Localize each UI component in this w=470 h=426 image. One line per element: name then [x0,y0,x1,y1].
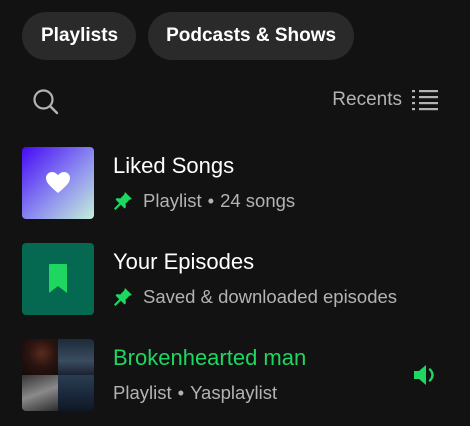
your-episodes-cover [22,243,94,315]
item-subtitle: Playlist • Yasplaylist [113,382,277,404]
item-title: Your Episodes [113,249,255,274]
library-toolbar: Recents [0,82,470,118]
sort-button[interactable]: Recents [332,88,438,112]
item-title: Brokenhearted man [113,345,307,370]
pin-icon [114,192,132,210]
item-type: Playlist [113,382,172,403]
filter-chip-playlists[interactable]: Playlists [22,12,137,60]
liked-songs-cover [22,147,94,219]
mosaic-tile [58,339,94,375]
library-item-your-episodes[interactable]: Your Episodes Saved & downloaded episode… [22,243,452,317]
mosaic-tile [22,375,58,411]
list-icon [412,90,438,111]
pin-icon [114,288,132,306]
separator-dot: • [177,382,185,403]
item-detail: Saved & downloaded episodes [143,286,398,307]
bookmark-icon [49,264,67,293]
playlist-mosaic-cover [22,339,94,411]
item-subtitle: Playlist • 24 songs [113,190,295,212]
item-subtitle: Saved & downloaded episodes [113,286,397,308]
library-item-liked-songs[interactable]: Liked Songs Playlist • 24 songs [22,147,452,221]
filter-chips: Playlists Podcasts & Shows [22,12,355,60]
filter-chip-podcasts-shows[interactable]: Podcasts & Shows [148,12,355,60]
mosaic-tile [58,375,94,411]
item-owner: Yasplaylist [190,382,278,403]
heart-icon [46,172,70,193]
mosaic-tile [22,339,58,375]
item-type: Playlist [143,190,202,211]
separator-dot: • [207,190,215,211]
search-library-button[interactable] [30,86,62,118]
library-item-brokenhearted-man[interactable]: Brokenhearted man Playlist • Yasplaylist [22,339,452,413]
item-title: Liked Songs [113,153,235,178]
item-detail: 24 songs [220,190,296,211]
now-playing-speaker-icon [414,365,434,385]
sort-label: Recents [332,89,402,110]
search-icon [33,89,59,115]
